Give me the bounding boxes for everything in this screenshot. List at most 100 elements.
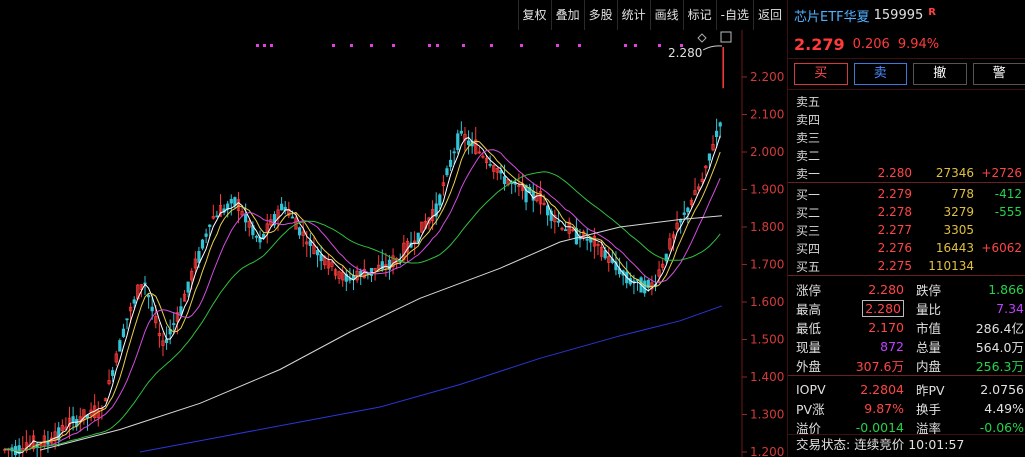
toolbar-item-4[interactable]: 画线 [649,0,683,30]
toolbar-item-5[interactable]: 标记 [682,0,716,30]
candle [700,172,704,185]
candle [114,350,118,366]
ma60-line [4,171,721,452]
bid-row[interactable]: 买五 2.275 110134 [788,257,1025,275]
stat-row: IOPV 2.2804 昨PV 2.0756 [788,380,1025,399]
bid-book: 买一 2.279 778 -412 买二 2.278 3279 -555 买三 2.277 3305… [788,183,1025,275]
candle [661,259,665,271]
candle [283,200,287,215]
price-tick-label: 1.700 [750,258,784,272]
stat-key: 涨停 [796,283,822,298]
security-name: 芯片ETF华夏 [794,9,870,25]
signal-marker [556,44,559,47]
stat-value-text: 872 [880,339,904,354]
signal-marker [578,44,581,47]
candle [280,197,284,211]
candle [247,219,251,237]
chart-toolbar: 复权 叠加 多股 统计 画线 标记 -自选 返回 [0,0,786,30]
bid-row[interactable]: 买二 2.278 3279 -555 [788,203,1025,221]
price-tick-label: 1.200 [750,445,784,457]
ask-row[interactable]: 卖五 [788,92,1025,110]
toolbar-item-6[interactable]: -自选 [715,0,753,30]
stat-value: 307.6万 [836,356,908,375]
cancel-order-button[interactable]: 撤 [913,63,967,85]
candle [182,290,187,302]
stat-value2: 256.3万 [975,359,1024,374]
candle [96,401,100,427]
last-price: 2.279 [794,34,845,54]
level-label: 买五 [796,259,821,274]
alert-button[interactable]: 警 [972,63,1025,85]
ask-row[interactable]: 卖二 [788,146,1025,164]
price-change-pct: 9.94% [897,36,940,52]
bid-row[interactable]: 买四 2.276 16443 +6062 [788,239,1025,257]
diamond-icon[interactable] [697,33,707,43]
sell-button[interactable]: 卖 [853,63,907,85]
buy-button[interactable]: 买 [794,63,848,85]
candle [215,210,219,218]
candle [265,213,269,244]
stat-value-text: 2.170 [868,320,904,335]
candle [125,318,129,330]
status-time: 10:01:57 [908,437,965,452]
candle [93,394,97,422]
toolbar-item-2[interactable]: 多股 [583,0,617,30]
bid-row[interactable]: 买一 2.279 778 -412 [788,185,1025,203]
stat-key: 外盘 [796,359,822,374]
toolbar-item-3[interactable]: 统计 [616,0,650,30]
candle [466,130,471,155]
candle [596,241,600,256]
candle [488,155,492,168]
candle [168,319,172,345]
ask-row[interactable]: 卖四 [788,110,1025,128]
stat-row: 现量 872 总量 564.0万 [788,337,1025,356]
price-tick-label: 1.800 [750,220,784,234]
stat-row: PV涨 9.87% 换手 4.49% [788,399,1025,418]
stat-value2: 7.34 [996,301,1024,316]
candle [78,407,82,432]
etf-stats: IOPV 2.2804 昨PV 2.0756 PV涨 9.87% 换手 4.49% 溢价 -0.0… [788,376,1025,437]
ask-row[interactable]: 卖一 2.280 27346 +2726 [788,164,1025,182]
ask-book: 卖五 卖四 卖三卖二 卖一 2.280 27346 +2726 [788,90,1025,182]
toolbar-item-7[interactable]: 返回 [752,0,786,30]
candle [21,436,25,457]
signal-marker [658,44,661,47]
signal-marker [624,44,627,47]
signal-marker [436,44,439,47]
candle [492,164,496,180]
kline-chart[interactable]: 2.200 2.100 2.000 1.900 1.800 1.700 1.600 1.500… [0,30,786,457]
level-delta: +2726 [981,166,1022,180]
candle [585,228,589,251]
level-label: 卖二 [796,148,821,163]
price-tick-label: 1.400 [750,370,784,384]
bid-row[interactable]: 买三 2.277 3305 [788,221,1025,239]
stat-value: -0.0014 [836,420,908,435]
level-volume: 3279 [943,205,974,219]
stat-key2: 内盘 [916,359,942,374]
ma10-line [4,140,721,452]
margin-badge: R [928,6,936,18]
signal-markers [256,44,683,47]
toolbar-item-1[interactable]: 叠加 [550,0,584,30]
candle [369,267,374,282]
signal-marker [462,44,465,47]
price-tick-label: 2.100 [750,108,784,122]
signal-marker [490,44,493,47]
status-label: 交易状态: [796,437,851,452]
candle [441,175,445,196]
stat-value2: 564.0万 [975,340,1024,355]
ask-row[interactable]: 卖三 [788,128,1025,146]
candle [341,266,345,287]
stat-value2: 4.49% [984,401,1024,416]
candle [121,323,126,338]
candle [297,226,302,239]
candle [319,245,323,271]
level-price: 2.278 [877,205,912,219]
stat-key2: 换手 [916,402,942,417]
stat-value-text: 2.280 [862,300,904,317]
toolbar-item-0[interactable]: 复权 [517,0,551,30]
panel-toggle-icon[interactable] [720,31,732,43]
candle [581,229,586,241]
candle [553,209,557,234]
candle [35,441,39,457]
